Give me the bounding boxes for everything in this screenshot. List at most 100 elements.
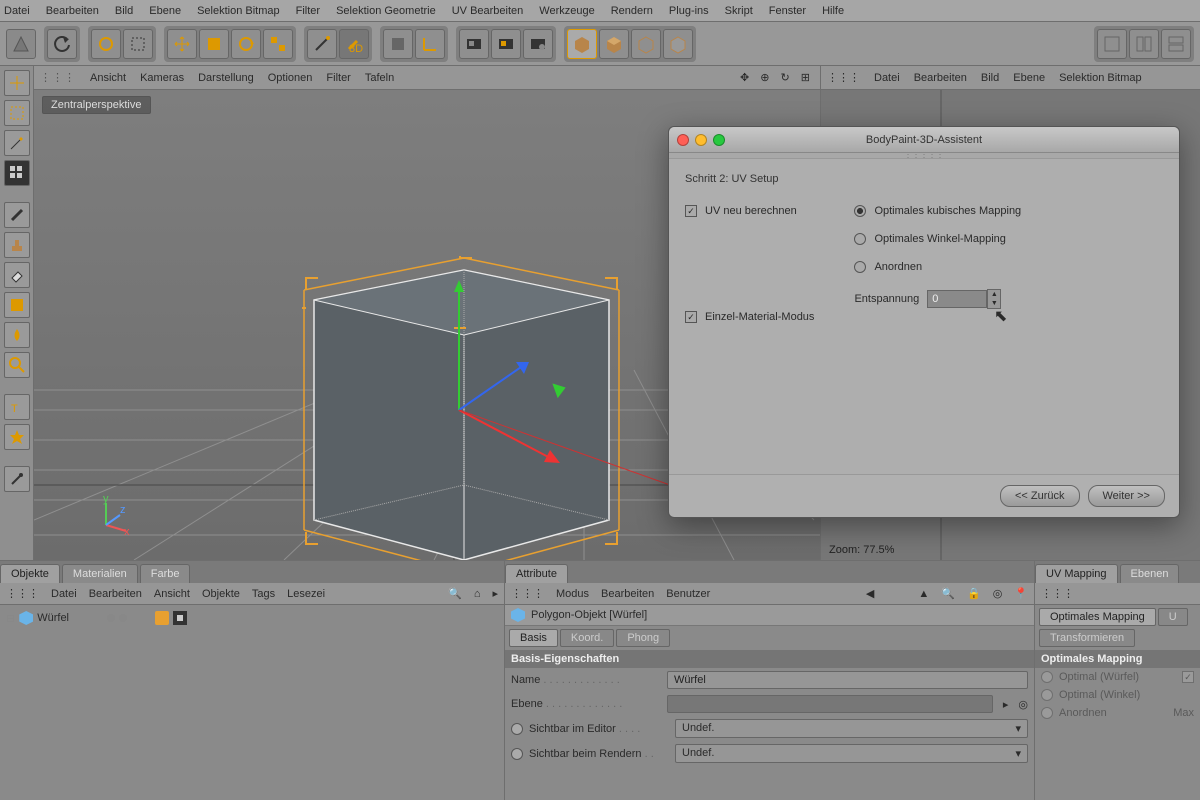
menu-uv-bearbeiten[interactable]: UV Bearbeiten	[452, 5, 524, 17]
menu-bearbeiten[interactable]: Bearbeiten	[46, 5, 99, 17]
back-button[interactable]: << Zurück	[1000, 485, 1080, 507]
omenu-bearbeiten[interactable]: Bearbeiten	[89, 588, 142, 600]
tab-farbe[interactable]: Farbe	[140, 564, 191, 583]
search2-icon[interactable]: 🔍	[941, 587, 955, 600]
up-arrow-icon[interactable]: ▲	[918, 588, 929, 600]
object-row-wuerfel[interactable]: ⊟ Würfel	[4, 609, 500, 627]
amenu-bearbeiten[interactable]: Bearbeiten	[601, 588, 654, 600]
menu-werkzeuge[interactable]: Werkzeuge	[539, 5, 594, 17]
undo-button[interactable]	[47, 29, 77, 59]
search-icon[interactable]: 🔍	[448, 587, 462, 600]
view-ansicht[interactable]: Ansicht	[90, 72, 126, 84]
nav-icons[interactable]: ✥ ⊕ ↻ ⊞	[740, 71, 814, 84]
expand-icon[interactable]: ⊟	[6, 612, 15, 625]
subtab-basis[interactable]: Basis	[509, 629, 558, 647]
tab-materialien[interactable]: Materialien	[62, 564, 138, 583]
cube-edge-icon[interactable]	[663, 29, 693, 59]
render-region-icon[interactable]	[491, 29, 521, 59]
radio-arrange[interactable]	[854, 261, 866, 273]
target-icon[interactable]: ◎	[993, 587, 1003, 600]
view-filter[interactable]: Filter	[326, 72, 350, 84]
subtab-u[interactable]: U	[1158, 608, 1188, 626]
lock-icon[interactable]: 🔒	[967, 587, 981, 600]
eyedropper-icon[interactable]	[4, 466, 30, 492]
menu-fenster[interactable]: Fenster	[769, 5, 806, 17]
drag-handle-icon[interactable]: ⋮⋮⋮	[827, 71, 860, 84]
lasso-tool-icon[interactable]	[123, 29, 153, 59]
amenu-benutzer[interactable]: Benutzer	[666, 588, 710, 600]
ebene-more-icon[interactable]: ▸	[999, 698, 1013, 711]
tab-uvmapping[interactable]: UV Mapping	[1035, 564, 1118, 583]
render-settings-icon[interactable]	[523, 29, 553, 59]
axis-tool-icon[interactable]	[383, 29, 413, 59]
coord-tool-icon[interactable]	[415, 29, 445, 59]
menu-bild[interactable]: Bild	[115, 5, 133, 17]
wand-tool-icon[interactable]	[307, 29, 337, 59]
rmenu-bild[interactable]: Bild	[981, 72, 999, 84]
render-icon[interactable]	[459, 29, 489, 59]
stamp-icon[interactable]	[4, 232, 30, 258]
cube-wire-icon[interactable]	[631, 29, 661, 59]
subtab-opt-mapping[interactable]: Optimales Mapping	[1039, 608, 1156, 626]
tab-objekte[interactable]: Objekte	[0, 564, 60, 583]
tab-ebenen[interactable]: Ebenen	[1120, 564, 1180, 583]
cube-solid-icon[interactable]	[567, 29, 597, 59]
menu-filter[interactable]: Filter	[296, 5, 320, 17]
prop-sicht-ed-select[interactable]: Undef.▾	[675, 719, 1028, 738]
text-icon[interactable]: T	[4, 394, 30, 420]
radio-sichtbar-rendern[interactable]	[511, 748, 523, 760]
drop-icon[interactable]	[4, 322, 30, 348]
layout1-icon[interactable]	[1097, 29, 1127, 59]
home-icon[interactable]: ⌂	[474, 588, 481, 600]
prop-sicht-rn-select[interactable]: Undef.▾	[675, 744, 1028, 763]
menu-ebene[interactable]: Ebene	[149, 5, 181, 17]
move-tool-icon[interactable]	[167, 29, 197, 59]
subtab-phong[interactable]: Phong	[616, 629, 670, 647]
cube-shaded-icon[interactable]	[599, 29, 629, 59]
relax-spinner[interactable]: ▲▼	[987, 289, 1001, 309]
chk-uv-recalc[interactable]: ✓	[685, 205, 697, 217]
view-tafeln[interactable]: Tafeln	[365, 72, 394, 84]
radio-sichtbar-editor[interactable]	[511, 723, 523, 735]
rmenu-datei[interactable]: Datei	[874, 72, 900, 84]
ebene-target-icon[interactable]: ◎	[1018, 698, 1028, 711]
rotate-tool-icon[interactable]	[231, 29, 261, 59]
brush-icon[interactable]	[4, 202, 30, 228]
tab-attribute[interactable]: Attribute	[505, 564, 568, 583]
tag-uvw-icon[interactable]	[173, 611, 187, 625]
subtab-koord[interactable]: Koord.	[560, 629, 614, 647]
rmenu-bearbeiten[interactable]: Bearbeiten	[914, 72, 967, 84]
move-arrows-icon[interactable]	[4, 70, 30, 96]
relax-input[interactable]	[927, 290, 987, 308]
next-button[interactable]: Weiter >>	[1088, 485, 1166, 507]
menu-selektion-bitmap[interactable]: Selektion Bitmap	[197, 5, 280, 17]
rmenu-selektion[interactable]: Selektion Bitmap	[1059, 72, 1142, 84]
omenu-ansicht[interactable]: Ansicht	[154, 588, 190, 600]
back-arrow-icon[interactable]: ◀	[866, 587, 874, 600]
marquee-icon[interactable]	[4, 100, 30, 126]
view-optionen[interactable]: Optionen	[268, 72, 313, 84]
zoom-icon[interactable]	[4, 352, 30, 378]
prop-ebene-input[interactable]	[667, 695, 993, 713]
drag-handle-icon[interactable]: ⋮⋮⋮	[40, 71, 76, 84]
omenu-objekte[interactable]: Objekte	[202, 588, 240, 600]
subtab-transform[interactable]: Transformieren	[1039, 629, 1135, 647]
wand-icon[interactable]	[4, 130, 30, 156]
pin-icon[interactable]: 📍	[1014, 587, 1028, 600]
arrow-icon[interactable]: ▸	[492, 587, 498, 600]
menu-selektion-geometrie[interactable]: Selektion Geometrie	[336, 5, 436, 17]
vis-dot-icon[interactable]	[107, 614, 115, 622]
chk-single-material[interactable]: ✓	[685, 311, 697, 323]
eraser-icon[interactable]	[4, 262, 30, 288]
scale-tool-icon[interactable]	[199, 29, 229, 59]
brush3d-tool-icon[interactable]: 3D	[339, 29, 369, 59]
omenu-lesezeichen[interactable]: Lesezei	[287, 588, 325, 600]
menu-skript[interactable]: Skript	[725, 5, 753, 17]
prop-name-input[interactable]	[667, 671, 1028, 689]
omenu-tags[interactable]: Tags	[252, 588, 275, 600]
tag-poly-icon[interactable]	[155, 611, 169, 625]
grid-icon[interactable]	[4, 160, 30, 186]
fill-icon[interactable]	[4, 292, 30, 318]
vis-dot-icon[interactable]	[119, 614, 127, 622]
amenu-modus[interactable]: Modus	[556, 588, 589, 600]
